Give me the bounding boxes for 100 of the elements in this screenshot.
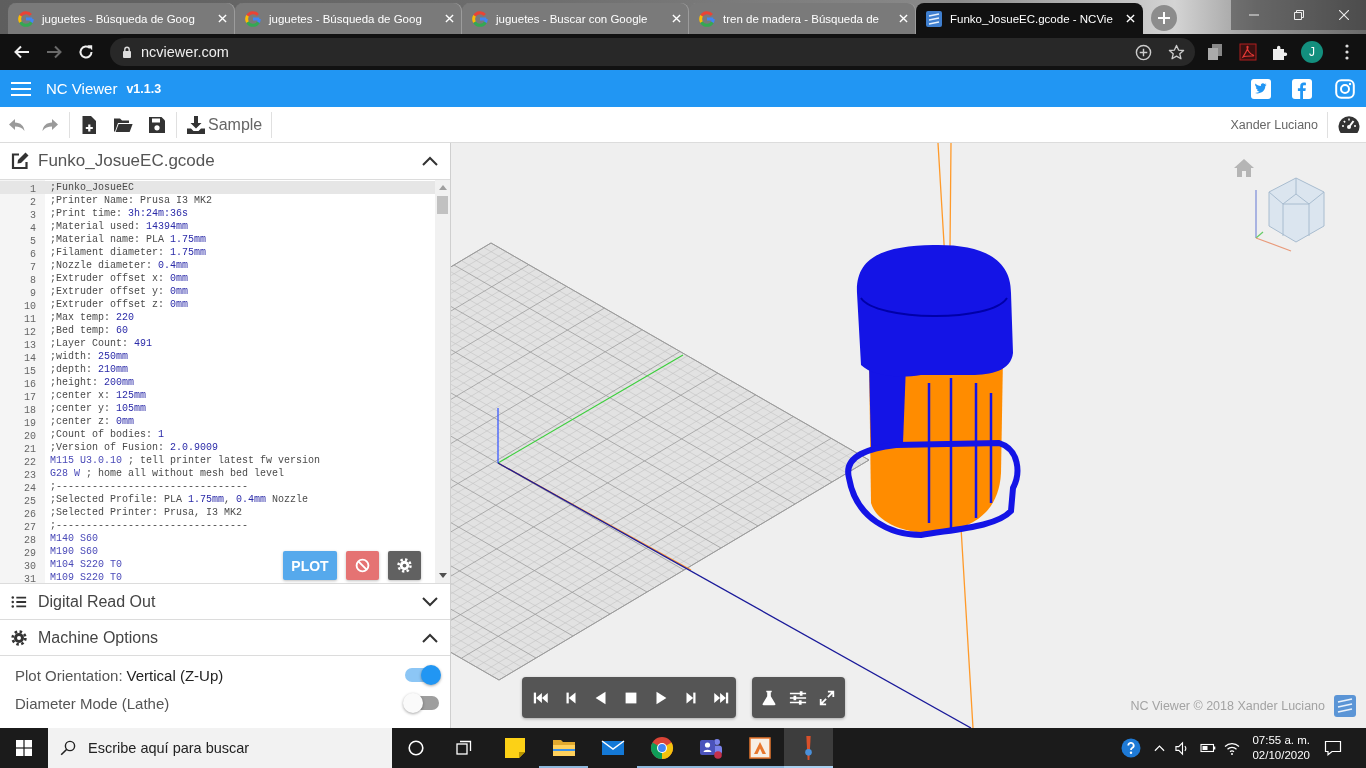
code-line: ;-------------------------------- bbox=[50, 519, 249, 532]
code-line: ;Layer Count: 491 bbox=[50, 337, 153, 350]
triangle-down-icon[interactable] bbox=[438, 573, 447, 578]
line-number: 27 bbox=[24, 521, 36, 533]
code-line: ;Funko_JosueEC bbox=[50, 181, 134, 194]
browser-tab[interactable]: Funko_JosueEC.gcode - NCVie bbox=[916, 3, 1143, 34]
author-name: Xander Luciano bbox=[1230, 117, 1318, 132]
line-number: 11 bbox=[24, 313, 36, 325]
toggle-switch[interactable] bbox=[405, 696, 439, 710]
notification-icon[interactable] bbox=[1324, 739, 1342, 757]
multicolor-ring-icon bbox=[472, 10, 488, 27]
code-line: M190 S60 bbox=[50, 545, 98, 558]
line-number: 18 bbox=[24, 404, 36, 416]
reload-icon[interactable] bbox=[77, 43, 95, 61]
gear-icon bbox=[397, 558, 412, 573]
bird-icon[interactable] bbox=[1251, 78, 1271, 99]
line-number: 17 bbox=[24, 391, 36, 403]
code-line: ;Version of Fusion: 2.0.9009 bbox=[50, 441, 219, 454]
stacked-pages-icon[interactable] bbox=[1206, 43, 1224, 61]
code-line: ;Max temp: 220 bbox=[50, 311, 135, 324]
code-line: M109 S220 T0 bbox=[50, 571, 122, 583]
browser-tab[interactable]: juguetes - Búsqueda de Goog bbox=[235, 3, 462, 34]
line-number: 9 bbox=[30, 287, 36, 299]
option-label: Plot Orientation: bbox=[15, 666, 123, 684]
striped-square-icon bbox=[926, 10, 942, 27]
line-number: 3 bbox=[30, 209, 36, 221]
star-icon[interactable] bbox=[1168, 43, 1185, 61]
panel-header[interactable]: Digital Read Out bbox=[0, 584, 450, 620]
chevron-up-icon[interactable] bbox=[422, 632, 438, 643]
line-number: 20 bbox=[24, 430, 36, 442]
taskbar-button[interactable] bbox=[784, 728, 833, 768]
sticky-note-icon bbox=[502, 736, 527, 760]
kebab-menu-icon[interactable] bbox=[1345, 44, 1349, 60]
app-title: NC Viewer bbox=[46, 80, 118, 97]
chevron-down-icon[interactable] bbox=[422, 596, 438, 607]
line-number: 4 bbox=[30, 222, 36, 234]
multicolor-ring-icon bbox=[699, 10, 715, 27]
profile-avatar[interactable]: J bbox=[1301, 41, 1323, 63]
list-icon bbox=[11, 593, 27, 610]
line-number: 7 bbox=[30, 261, 36, 273]
taskbar-search-field[interactable]: Escribe aquí para buscar bbox=[48, 728, 392, 768]
code-line: ;center z: 0mm bbox=[50, 415, 135, 428]
code-line: ;Printer Name: Prusa I3 MK2 bbox=[50, 194, 213, 207]
settings-button[interactable] bbox=[388, 551, 421, 580]
line-number: 31 bbox=[24, 573, 36, 583]
puzzle-icon[interactable] bbox=[1271, 43, 1289, 61]
circle-icon[interactable] bbox=[408, 740, 424, 756]
browser-tab[interactable]: juguetes - Búsqueda de Goog bbox=[8, 3, 235, 34]
new-tab-button[interactable] bbox=[1151, 5, 1177, 31]
scrollbar-thumb[interactable] bbox=[437, 196, 448, 214]
download-icon bbox=[186, 114, 206, 135]
code-line: ;Nozzle diameter: 0.4mm bbox=[50, 259, 189, 272]
f-logo-icon[interactable] bbox=[1292, 78, 1312, 99]
plus-circle-icon[interactable] bbox=[1135, 43, 1152, 61]
code-line: ;Selected Profile: PLA 1.75mm, 0.4mm Nozzle bbox=[50, 493, 309, 506]
code-line: ;-------------------------------- bbox=[50, 480, 249, 493]
chevron-up-icon[interactable] bbox=[422, 156, 438, 166]
swirl-square-icon[interactable] bbox=[1239, 43, 1257, 61]
help-icon[interactable] bbox=[1121, 738, 1142, 758]
multicolor-ring-icon bbox=[245, 10, 261, 27]
lock-icon bbox=[122, 46, 132, 58]
flask-icon[interactable] bbox=[760, 688, 778, 707]
camera-icon[interactable] bbox=[1335, 78, 1355, 99]
windows-logo-icon[interactable] bbox=[16, 740, 32, 756]
line-number: 10 bbox=[24, 300, 36, 312]
line-number: 26 bbox=[24, 508, 36, 520]
browser-tab[interactable]: juguetes - Buscar con Google bbox=[462, 3, 689, 34]
minimize-icon bbox=[1248, 14, 1259, 16]
sliders-icon[interactable] bbox=[789, 688, 807, 707]
line-number: 19 bbox=[24, 417, 36, 429]
wifi-icon[interactable] bbox=[1224, 740, 1241, 756]
clock-time: 07:55 a. m. bbox=[1252, 733, 1310, 748]
code-line: ;Filament diameter: 1.75mm bbox=[50, 246, 207, 259]
code-editor[interactable] bbox=[0, 180, 450, 584]
code-line: ;Bed temp: 60 bbox=[50, 324, 129, 337]
code-line: ;center x: 125mm bbox=[50, 389, 147, 402]
toggle-switch[interactable] bbox=[405, 668, 439, 682]
copyright-text: NC Viewer © 2018 Xander Luciano bbox=[1130, 699, 1325, 713]
task-view-icon[interactable] bbox=[456, 740, 472, 756]
close-icon[interactable] bbox=[1126, 14, 1135, 23]
line-number: 21 bbox=[24, 443, 36, 455]
address-field[interactable]: ncviewer.com bbox=[110, 38, 1195, 66]
expand-icon[interactable] bbox=[818, 688, 836, 707]
tile-icon bbox=[747, 736, 772, 760]
save-icon[interactable] bbox=[147, 114, 167, 135]
line-number: 6 bbox=[30, 248, 36, 260]
back-arrow-icon[interactable] bbox=[13, 43, 31, 61]
edit-icon bbox=[10, 151, 30, 171]
restore-icon bbox=[1293, 10, 1304, 20]
scrollbar[interactable] bbox=[435, 180, 450, 583]
code-line: ;Extruder offset x: 0mm bbox=[50, 272, 189, 285]
sample-button[interactable]: Sample bbox=[186, 109, 263, 140]
menu-icon[interactable] bbox=[11, 80, 31, 97]
line-number: 13 bbox=[24, 339, 36, 351]
code-line: M140 S60 bbox=[50, 532, 98, 545]
clock-date: 02/10/2020 bbox=[1252, 748, 1310, 763]
code-line: ;center y: 105mm bbox=[50, 402, 147, 415]
line-number: 30 bbox=[24, 560, 36, 572]
cancel-button[interactable] bbox=[346, 551, 379, 580]
panel-header[interactable]: Machine Options bbox=[0, 620, 450, 656]
